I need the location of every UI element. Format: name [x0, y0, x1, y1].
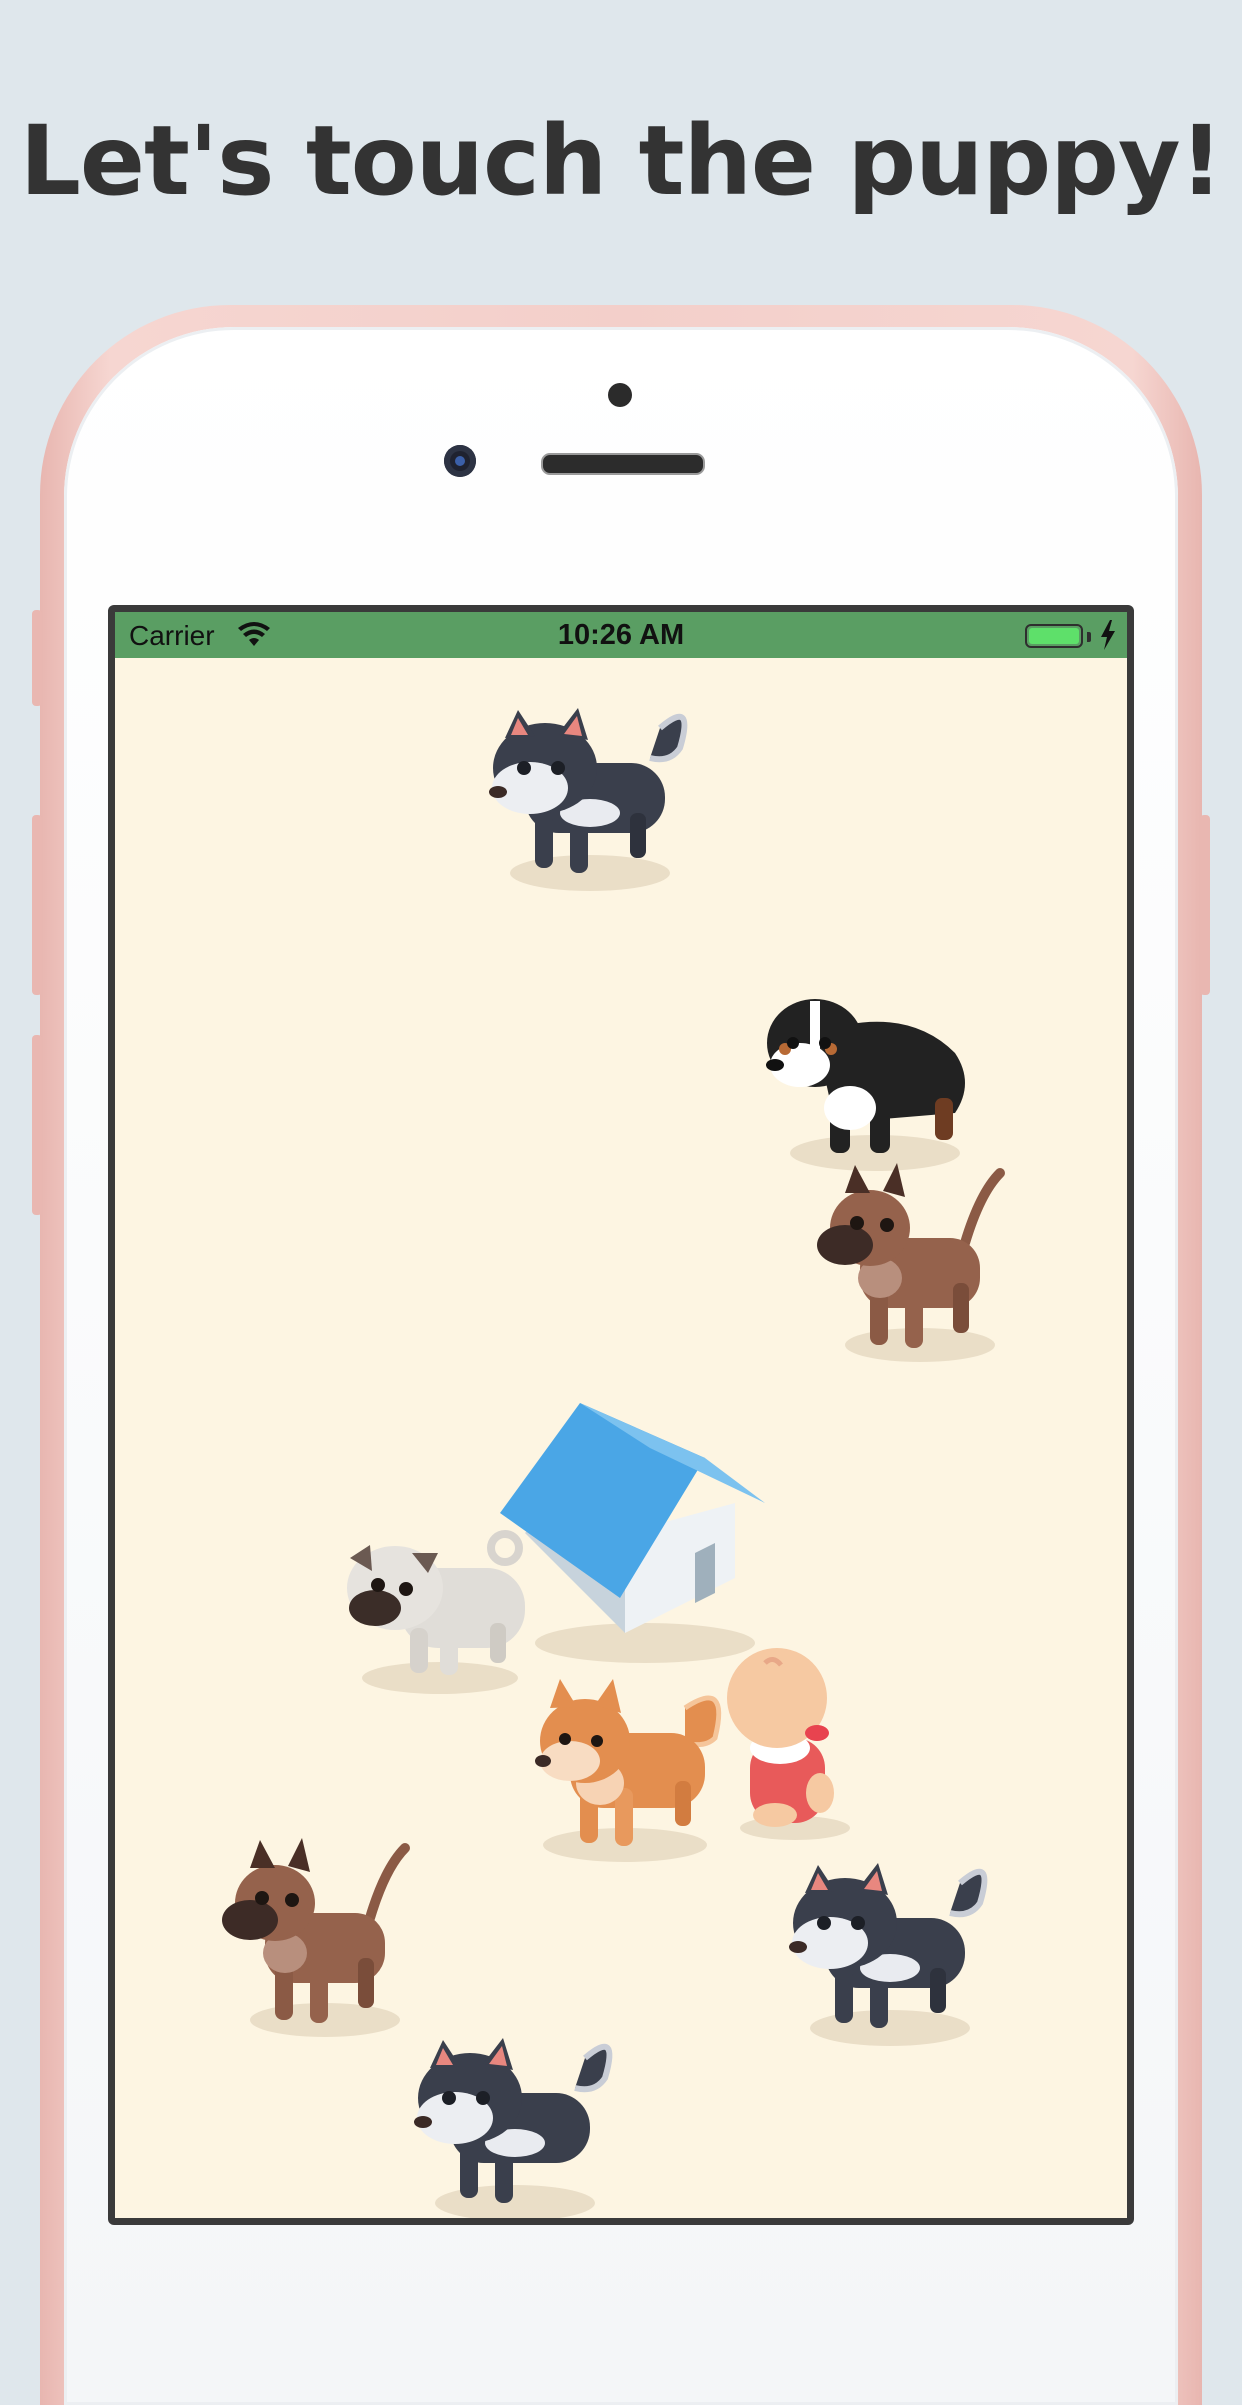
bernese-puppy[interactable]	[755, 983, 995, 1173]
pug-puppy[interactable]	[340, 1523, 540, 1698]
power-button	[1200, 815, 1210, 995]
mute-switch	[32, 610, 42, 706]
husky-puppy[interactable]	[480, 688, 710, 898]
front-camera	[444, 445, 476, 477]
battery-level	[1029, 628, 1079, 644]
volume-down-button	[32, 1035, 42, 1215]
proximity-sensor	[608, 383, 632, 407]
battery-icon	[1025, 624, 1083, 648]
headline: Let's touch the puppy!	[19, 105, 1224, 217]
game-area[interactable]	[115, 658, 1127, 2218]
brown-puppy[interactable]	[815, 1153, 1015, 1368]
husky-puppy[interactable]	[405, 2018, 635, 2218]
earpiece-speaker	[541, 453, 705, 475]
baby[interactable]	[725, 1643, 865, 1843]
status-bar: Carrier 10:26 AM	[115, 612, 1127, 658]
charging-bolt-icon	[1101, 620, 1115, 650]
doghouse[interactable]	[495, 1403, 795, 1668]
volume-up-button	[32, 815, 42, 995]
shiba-puppy[interactable]	[515, 1663, 735, 1868]
brown-puppy[interactable]	[220, 1828, 420, 2043]
clock: 10:26 AM	[557, 619, 685, 651]
battery-tip	[1087, 632, 1091, 642]
husky-puppy[interactable]	[780, 1843, 1010, 2053]
